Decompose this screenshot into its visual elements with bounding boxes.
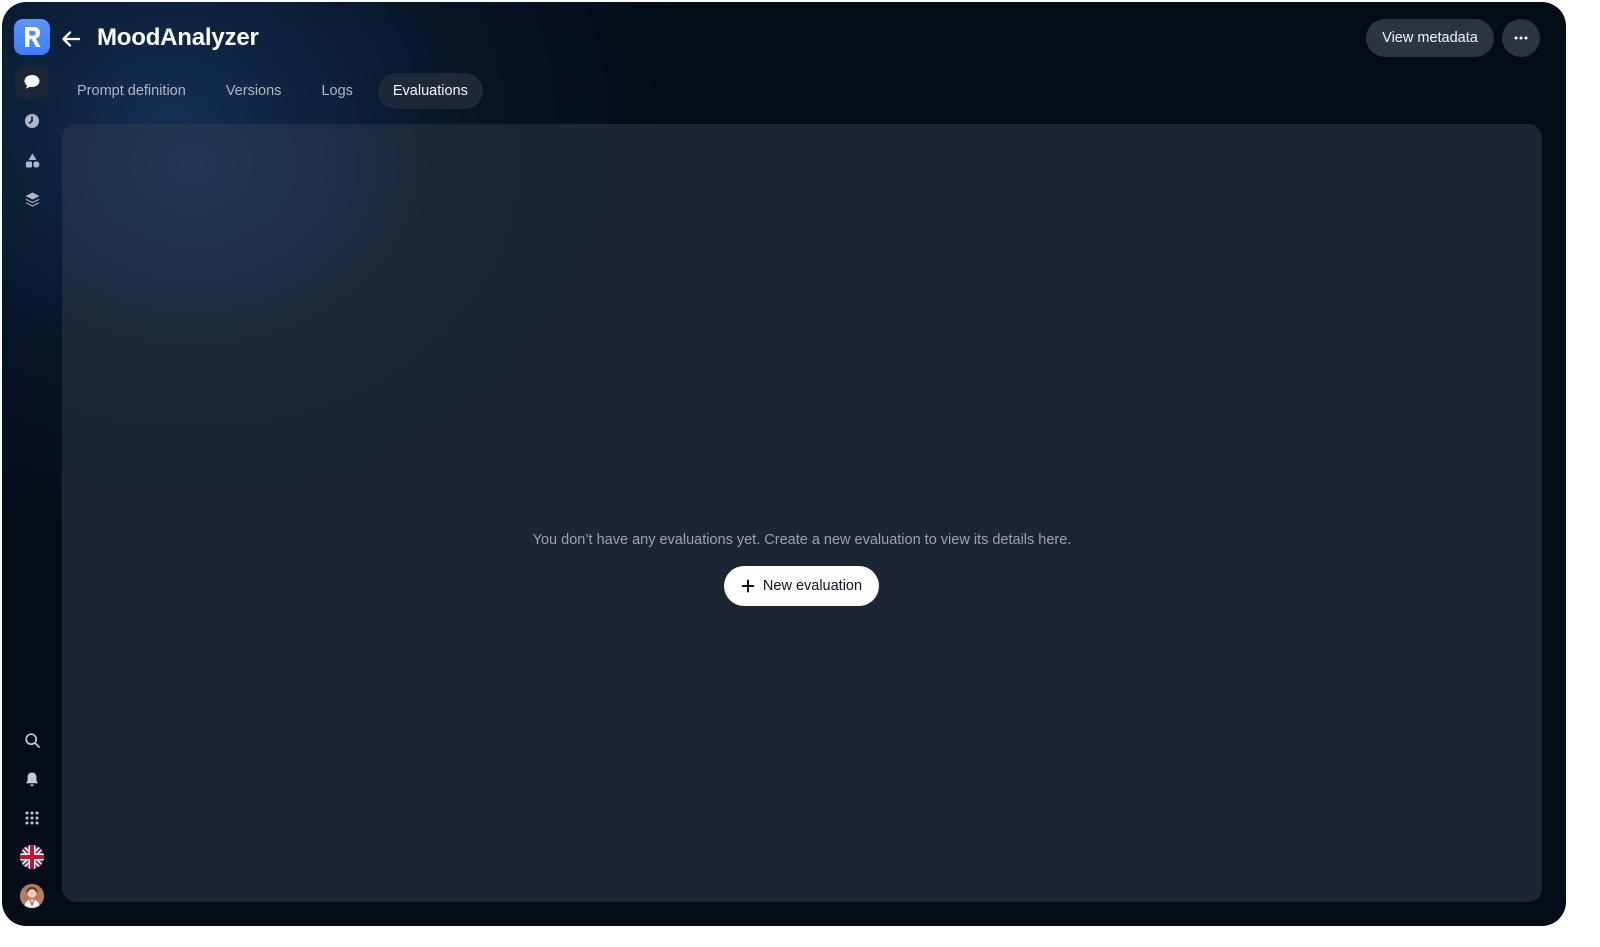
sidebar-item-datasets[interactable] [15,182,49,216]
clock-icon [25,114,39,128]
back-button[interactable] [58,26,84,52]
tab-versions[interactable]: Versions [211,73,297,109]
apps-grid-icon [25,811,39,825]
sidebar-notifications-button[interactable] [15,762,49,796]
tab-prompt-definition[interactable]: Prompt definition [62,73,201,109]
bell-icon [26,772,38,786]
plus-icon [741,579,755,593]
arrow-left-icon [62,31,81,47]
tab-evaluations[interactable]: Evaluations [377,73,483,109]
sidebar-search-button[interactable] [15,723,49,757]
app-window: MoodAnalyzer View metadata Prompt defini… [2,2,1566,926]
uk-flag-icon[interactable] [20,845,44,869]
new-evaluation-button[interactable]: New evaluation [724,566,879,606]
tab-bar: Prompt definition Versions Logs Evaluati… [62,73,493,109]
user-avatar[interactable] [20,884,44,908]
logo-r-icon [25,27,41,47]
new-evaluation-label: New evaluation [762,578,863,594]
chat-bubble-icon [24,75,40,89]
sidebar-item-history[interactable] [15,104,49,138]
ellipsis-icon [1514,36,1528,40]
shapes-icon [25,153,39,168]
view-metadata-button[interactable]: View metadata [1366,19,1494,57]
search-icon [24,732,40,748]
layers-icon [25,192,39,207]
tab-logs[interactable]: Logs [306,73,367,109]
sidebar-apps-button[interactable] [15,801,49,835]
empty-state-message: You don’t have any evaluations yet. Crea… [532,532,1072,548]
sidebar-item-prompts[interactable] [15,65,49,99]
app-logo[interactable] [14,19,50,55]
more-options-button[interactable] [1502,19,1540,57]
sidebar-item-components[interactable] [15,143,49,177]
sidebar [2,2,62,926]
page-title: MoodAnalyzer [97,24,259,51]
evaluations-panel: You don’t have any evaluations yet. Crea… [62,124,1542,902]
